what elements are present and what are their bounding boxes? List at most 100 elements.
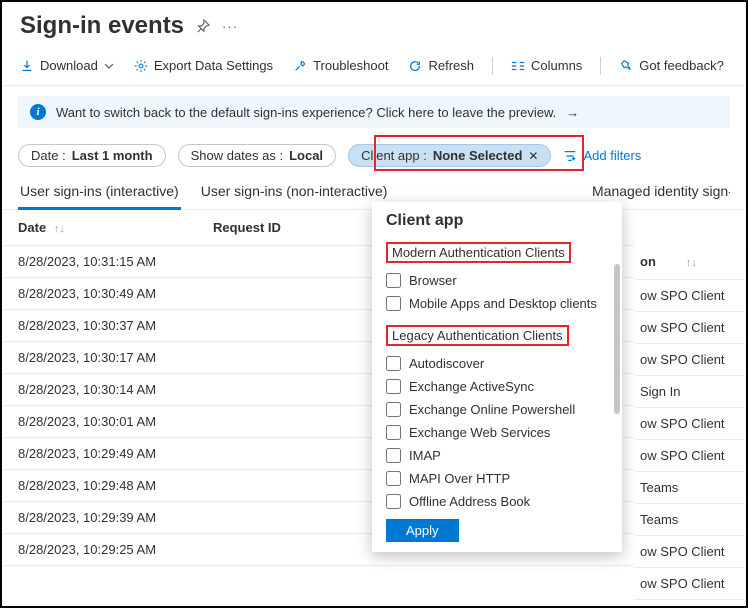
columns-icon xyxy=(511,60,525,72)
option-label: Browser xyxy=(409,273,457,288)
troubleshoot-button[interactable]: Troubleshoot xyxy=(285,54,396,77)
refresh-icon xyxy=(408,59,422,73)
feedback-button[interactable]: Got feedback? xyxy=(611,54,732,77)
dropdown-option[interactable]: Exchange Online Powershell xyxy=(386,398,616,421)
export-button[interactable]: Export Data Settings xyxy=(126,54,281,77)
download-label: Download xyxy=(40,58,98,73)
filter-bar: Date : Last 1 month Show dates as : Loca… xyxy=(2,138,746,177)
refresh-label: Refresh xyxy=(428,58,474,73)
scrollbar-thumb[interactable] xyxy=(614,264,620,414)
filter-showdates-value: Local xyxy=(289,148,323,163)
col-date[interactable]: Date xyxy=(18,220,46,235)
dropdown-option[interactable]: Mobile Apps and Desktop clients xyxy=(386,292,616,315)
dropdown-option[interactable]: IMAP xyxy=(386,444,616,467)
dropdown-option[interactable]: Exchange Web Services xyxy=(386,421,616,444)
clientapp-dropdown: Client app Modern Authentication Clients… xyxy=(372,202,622,552)
add-filters-button[interactable]: Add filters xyxy=(563,148,641,163)
cell-date: 8/28/2023, 10:29:48 AM xyxy=(2,470,197,502)
option-label: Exchange Online Powershell xyxy=(409,402,575,417)
add-filter-icon xyxy=(563,149,577,163)
cell-app: Teams xyxy=(634,504,744,536)
option-checkbox[interactable] xyxy=(386,296,401,311)
option-checkbox[interactable] xyxy=(386,471,401,486)
table-row[interactable]: Teams xyxy=(634,472,744,504)
filter-showdates-label: Show dates as : xyxy=(191,148,284,163)
filter-clientapp-value: None Selected xyxy=(433,148,523,163)
export-label: Export Data Settings xyxy=(154,58,273,73)
cell-app: ow SPO Client xyxy=(634,440,744,472)
table-row[interactable]: ow SPO Client xyxy=(634,280,744,312)
sort-icon[interactable]: ↑↓ xyxy=(686,257,697,269)
refresh-button[interactable]: Refresh xyxy=(400,54,482,77)
gear-icon xyxy=(134,59,148,73)
option-label: Mobile Apps and Desktop clients xyxy=(409,296,597,311)
col-request[interactable]: Request ID xyxy=(213,220,281,235)
option-label: MAPI Over HTTP xyxy=(409,471,510,486)
cell-app: ow SPO Client xyxy=(634,280,744,312)
cell-date: 8/28/2023, 10:30:14 AM xyxy=(2,374,197,406)
group-modern-auth: Modern Authentication Clients xyxy=(386,242,571,263)
command-bar: Download Export Data Settings Troublesho… xyxy=(2,46,746,86)
more-icon[interactable]: ··· xyxy=(222,19,238,34)
dropdown-option[interactable]: Autodiscover xyxy=(386,352,616,375)
chevron-down-icon xyxy=(104,61,114,71)
option-checkbox[interactable] xyxy=(386,402,401,417)
cell-date: 8/28/2023, 10:30:49 AM xyxy=(2,278,197,310)
table-row[interactable]: ow SPO Client xyxy=(634,440,744,472)
cell-app: Teams xyxy=(634,472,744,504)
table-row[interactable]: ow SPO Client xyxy=(634,408,744,440)
table-row[interactable]: ow SPO Client xyxy=(634,568,744,600)
pin-icon[interactable] xyxy=(196,19,210,33)
download-button[interactable]: Download xyxy=(12,54,122,77)
filter-date[interactable]: Date : Last 1 month xyxy=(18,144,166,167)
filter-date-value: Last 1 month xyxy=(72,148,153,163)
option-checkbox[interactable] xyxy=(386,448,401,463)
cell-date: 8/28/2023, 10:29:39 AM xyxy=(2,502,197,534)
table-row[interactable]: Teams xyxy=(634,504,744,536)
cell-app: ow SPO Client xyxy=(634,568,744,600)
table-row[interactable]: Sign In xyxy=(634,376,744,408)
cell-date: 8/28/2023, 10:29:49 AM xyxy=(2,438,197,470)
cell-date: 8/28/2023, 10:31:15 AM xyxy=(2,246,197,278)
filter-showdates[interactable]: Show dates as : Local xyxy=(178,144,336,167)
arrow-right-icon: → xyxy=(566,105,579,120)
table-row[interactable]: ow SPO Client xyxy=(634,344,744,376)
columns-button[interactable]: Columns xyxy=(503,54,590,77)
page-title: Sign-in events xyxy=(20,12,184,40)
table-row[interactable]: ow SPO Client xyxy=(634,312,744,344)
filter-clientapp[interactable]: Client app : None Selected ✕ xyxy=(348,144,551,167)
columns-label: Columns xyxy=(531,58,582,73)
option-label: Exchange ActiveSync xyxy=(409,379,534,394)
info-icon: i xyxy=(30,104,46,120)
sort-icon[interactable]: ↑↓ xyxy=(54,223,65,235)
apply-button[interactable]: Apply xyxy=(386,519,459,542)
option-label: Exchange Web Services xyxy=(409,425,550,440)
cell-date: 8/28/2023, 10:30:01 AM xyxy=(2,406,197,438)
clear-filter-icon[interactable]: ✕ xyxy=(528,149,538,163)
cell-app: ow SPO Client xyxy=(634,344,744,376)
tab-interactive[interactable]: User sign-ins (interactive) xyxy=(18,177,181,210)
cell-app: ow SPO Client xyxy=(634,312,744,344)
option-checkbox[interactable] xyxy=(386,379,401,394)
cell-date: 8/28/2023, 10:30:37 AM xyxy=(2,310,197,342)
filter-clientapp-label: Client app : xyxy=(361,148,427,163)
table-row[interactable]: ow SPO Client xyxy=(634,536,744,568)
option-checkbox[interactable] xyxy=(386,494,401,509)
col-app[interactable]: on xyxy=(640,254,656,269)
toolbar-divider xyxy=(600,57,601,75)
feedback-icon xyxy=(619,59,633,73)
dropdown-option[interactable]: Browser xyxy=(386,269,616,292)
dropdown-option[interactable]: MAPI Over HTTP xyxy=(386,467,616,490)
option-label: Offline Address Book xyxy=(409,494,530,509)
preview-infobar[interactable]: i Want to switch back to the default sig… xyxy=(18,96,730,128)
option-checkbox[interactable] xyxy=(386,425,401,440)
add-filters-label: Add filters xyxy=(583,148,641,163)
option-checkbox[interactable] xyxy=(386,356,401,371)
dropdown-option[interactable]: Offline Address Book xyxy=(386,490,616,513)
group-legacy-auth: Legacy Authentication Clients xyxy=(386,325,569,346)
option-checkbox[interactable] xyxy=(386,273,401,288)
cell-app: ow SPO Client xyxy=(634,536,744,568)
troubleshoot-icon xyxy=(293,59,307,73)
dropdown-option[interactable]: Exchange ActiveSync xyxy=(386,375,616,398)
tab-noninteractive[interactable]: User sign-ins (non-interactive) xyxy=(199,177,390,209)
